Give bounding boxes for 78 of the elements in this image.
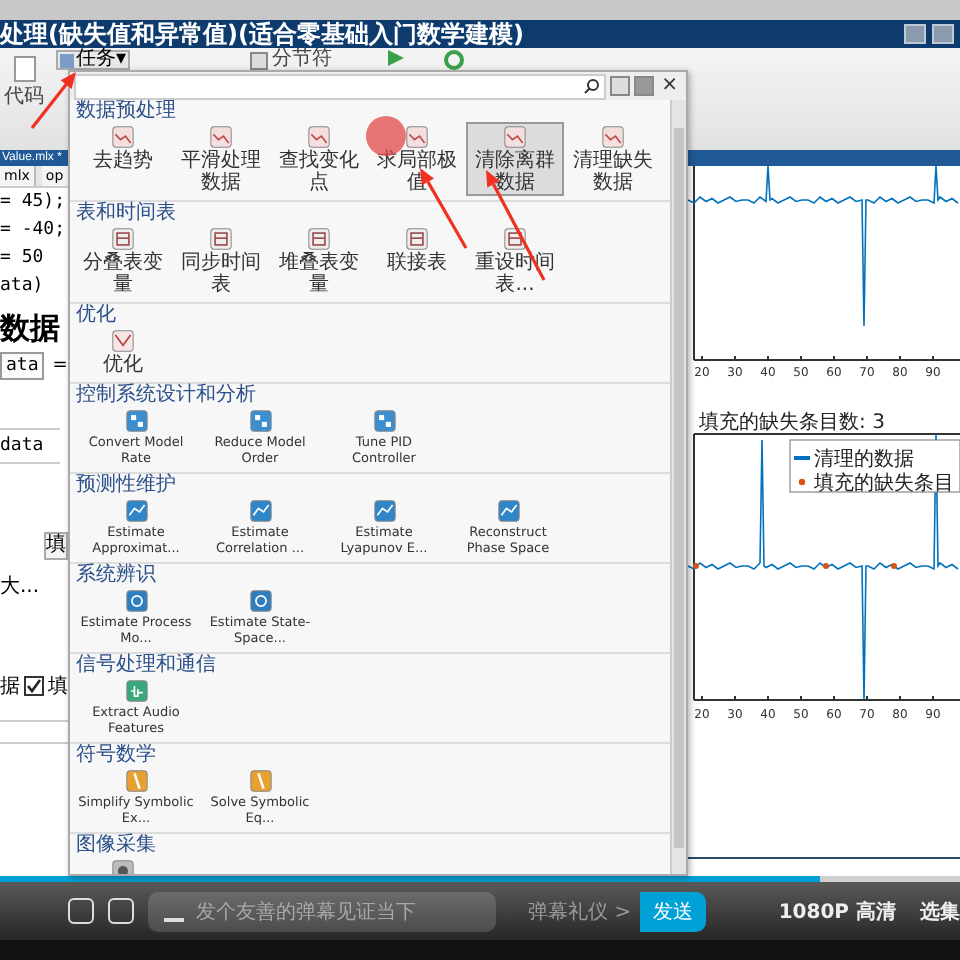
code-line: = 50: [0, 246, 44, 272]
quality-button[interactable]: 1080P 高清: [778, 897, 896, 925]
data-marker: [891, 563, 897, 569]
section-break-icon[interactable]: [250, 51, 269, 69]
gallery-item[interactable]: 清除离群数据: [466, 122, 564, 196]
gallery-item[interactable]: 查找变化点: [270, 122, 368, 196]
section-title: 图像采集: [74, 834, 158, 856]
section-title: 信号处理和通信: [74, 654, 218, 676]
danmaku-settings-icon[interactable]: [107, 898, 134, 924]
block-diagram-icon: [249, 410, 271, 432]
table-icon: [406, 228, 428, 250]
gallery-item[interactable]: 联接表: [368, 224, 466, 298]
section-title: 符号数学: [74, 744, 158, 766]
section-title: 表和时间表: [74, 202, 178, 224]
row-label: 据: [0, 674, 20, 700]
graph-icon: [125, 500, 147, 522]
waveform-icon: [125, 680, 147, 702]
gallery-item[interactable]: 堆叠表变量: [270, 224, 368, 298]
chart-icon: [308, 126, 330, 148]
gallery-item[interactable]: 去趋势: [74, 122, 172, 196]
code-line: = -40;: [0, 218, 66, 244]
code-label: 代码: [4, 84, 44, 110]
chart-icon: [504, 126, 526, 148]
checkbox[interactable]: [24, 676, 44, 696]
search-field[interactable]: [74, 73, 606, 99]
block-diagram-icon: [125, 410, 147, 432]
legend-label: 填充的缺失条目: [814, 473, 954, 495]
code-line: ata): [0, 274, 44, 300]
table-icon: [112, 228, 134, 250]
code-line: = 45);: [0, 190, 66, 216]
section-title: 预测性维护: [74, 474, 178, 496]
table-icon: [308, 228, 330, 250]
scrollbar[interactable]: [670, 100, 686, 874]
option-label: 大...: [0, 573, 40, 600]
checkbox-label: 填: [48, 673, 68, 700]
section-title: 优化: [74, 304, 118, 326]
chart-icon: [602, 126, 624, 148]
chart-icon: [112, 126, 134, 148]
document-icon[interactable]: [13, 56, 35, 82]
search-icon[interactable]: [583, 77, 600, 93]
gallery-item[interactable]: 同步时间表: [172, 224, 270, 298]
data-marker: [693, 563, 699, 569]
plot-title: 填充的缺失条目数: 3: [699, 412, 885, 434]
circle-icon: [249, 590, 271, 612]
graph-icon: [373, 500, 395, 522]
section-break-label[interactable]: 分节符: [272, 50, 333, 70]
section-title: 控制系统设计和分析: [74, 384, 258, 406]
data-field: data: [0, 428, 60, 464]
grid-view-icon[interactable]: [633, 76, 654, 96]
chart-icon: [210, 126, 232, 148]
etiquette-link[interactable]: 弹幕礼仪 >: [528, 897, 632, 925]
video-title: 处理(缺失值和异常值)(适合零基础入门数学建模): [0, 20, 524, 48]
danmaku-placeholder: 发个友善的弹幕见证当下: [195, 899, 416, 925]
gallery-item[interactable]: 清理缺失数据: [564, 122, 662, 196]
circle-icon: [125, 590, 147, 612]
gallery-item[interactable]: 分叠表变量: [74, 224, 172, 298]
close-button[interactable]: ×: [657, 76, 682, 96]
gallery-item[interactable]: 优化: [74, 326, 172, 378]
section-title: 数据预处理: [74, 100, 178, 122]
task-button[interactable]: 任务▾: [56, 50, 131, 70]
gallery-item[interactable]: 平滑处理数据: [172, 122, 270, 196]
episodes-button[interactable]: 选集: [919, 897, 960, 925]
graph-icon: [249, 500, 271, 522]
fill-button[interactable]: 填: [44, 532, 68, 560]
danmaku-icon[interactable]: [68, 898, 94, 924]
window-button-icon[interactable]: [932, 24, 954, 44]
section-title: 系统辨识: [74, 564, 158, 586]
window-button-icon[interactable]: [904, 24, 926, 44]
output-field: ata: [0, 352, 45, 380]
list-view-icon[interactable]: [609, 76, 630, 96]
graph-icon: [497, 500, 519, 522]
section-heading: 数据: [0, 310, 60, 346]
operator: =: [52, 356, 68, 376]
data-marker: [823, 563, 829, 569]
table-icon: [210, 228, 232, 250]
legend-label: 清理的数据: [814, 449, 914, 471]
block-diagram-icon: [373, 410, 395, 432]
chart-icon: [406, 126, 428, 148]
